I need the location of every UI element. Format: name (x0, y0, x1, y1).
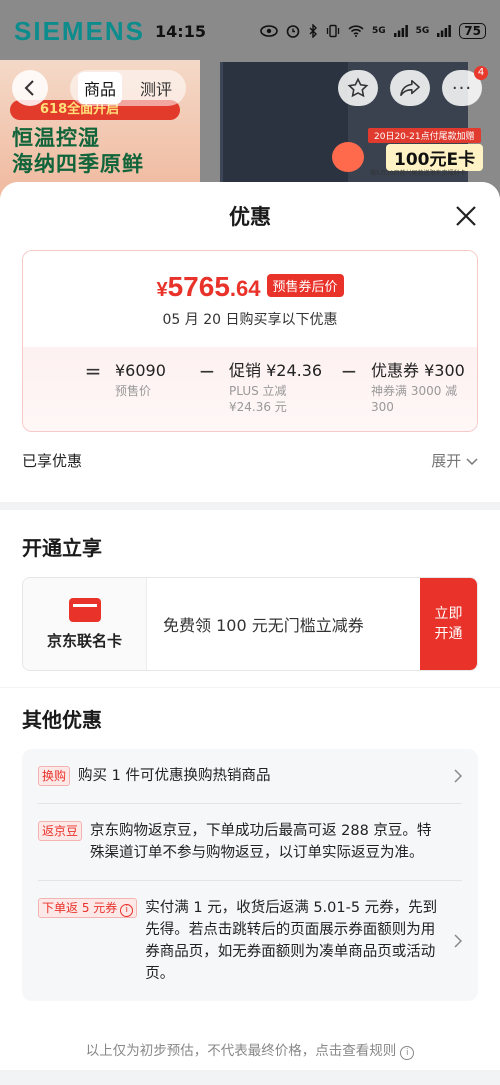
sheet-header: 优惠 (0, 182, 500, 250)
offer-text: 购买 1 件可优惠换购热销商品 (78, 768, 271, 784)
offer-list: 换购 购买 1 件可优惠换购热销商品 返京豆 京东购物返京豆，下单成功后最高可返… (22, 749, 478, 1001)
product-tabs: 商品 测评 (70, 70, 187, 106)
info-icon[interactable]: i (120, 904, 134, 917)
bluetooth-icon (309, 24, 317, 38)
badge-count: 4 (474, 66, 488, 80)
sheet-top: 优惠 ¥5765.64 预售券后价 05 月 20 日购买享以下优惠 = ¥60… (0, 182, 500, 502)
signal-icon (393, 25, 408, 37)
discount-sheet: 优惠 ¥5765.64 预售券后价 05 月 20 日购买享以下优惠 = ¥60… (0, 182, 500, 1085)
cobrand-card-offer[interactable]: 京东联名卡 免费领 100 元无门槛立减券 立即开通 (22, 577, 478, 671)
open-section-title: 开通立享 (22, 536, 102, 560)
minus-sign-2: − (340, 359, 358, 383)
expand-label: 展开 (431, 451, 462, 470)
ecard-promo-main: 100元E卡 (386, 144, 484, 171)
footer-text: 以上仅为初步预估，不代表最终价格，点击查看规则 (85, 1043, 397, 1059)
offer-trade-in[interactable]: 换购 购买 1 件可优惠换购热销商品 (38, 749, 462, 804)
offer-text: 实付满 1 元，收货后返满 5.01-5 元券，先到先得。若点击跳转后的页面展示… (145, 900, 438, 982)
more-icon: ··· (451, 77, 473, 99)
offer-text: 京东购物返京豆，下单成功后最高可返 288 京豆。特殊渠道订单不参与购物返豆，以… (90, 823, 432, 861)
chevron-right-icon (454, 934, 462, 948)
price-decimal: .64 (229, 276, 261, 301)
card-brand: 京东联名卡 (23, 578, 147, 670)
signal-icon-2 (437, 25, 452, 37)
offer-tag: 返京豆 (38, 821, 83, 841)
eye-icon (260, 25, 278, 37)
promo-line-2: 海纳四季原鲜 (12, 152, 144, 176)
wifi-icon (348, 25, 364, 37)
enjoyed-row[interactable]: 已享优惠 展开 (0, 436, 500, 484)
price-breakdown: = ¥6090 预售价 − 促销 ¥24.36 PLUS 立减 ¥24.36 元… (23, 347, 477, 431)
favorite-button[interactable] (338, 70, 378, 106)
price-summary: ¥5765.64 预售券后价 05 月 20 日购买享以下优惠 (23, 251, 477, 347)
offer-tag: 换购 (38, 766, 71, 786)
chevron-left-icon (24, 80, 34, 96)
offer-tag: 下单返 5 元券 i (38, 898, 138, 918)
offer-jingdou: 返京豆 京东购物返京豆，下单成功后最高可返 288 京豆。特殊渠道订单不参与购物… (38, 804, 462, 881)
other-section-title: 其他优惠 (22, 708, 102, 732)
sheet-title: 优惠 (229, 205, 271, 229)
footer-note[interactable]: 以上仅为初步预估，不代表最终价格，点击查看规则 i (0, 1017, 500, 1070)
ecard-promo: 20日20-21点付尾款加赠 100元E卡 限5月30日前付尾款送限东京福利卡 (332, 120, 497, 177)
promotion-desc: PLUS 立减 ¥24.36 元 (229, 384, 287, 414)
expand-button[interactable]: 展开 (431, 450, 478, 471)
minus-sign: − (198, 359, 216, 383)
open-now-line2: 开通 (434, 626, 463, 642)
presale-price-value: ¥6090 (115, 361, 166, 380)
open-now-line1: 立即 (434, 606, 463, 622)
presale-price-label: 预售价 (115, 384, 152, 398)
share-button[interactable] (390, 70, 430, 106)
other-section: 其他优惠 换购 购买 1 件可优惠换购热销商品 返京豆 京东购物返京豆，下单成功… (0, 687, 500, 1017)
mascot-icon (332, 142, 364, 172)
status-icons: 5G 5G 75 (260, 23, 486, 39)
price-tag: 预售券后价 (266, 274, 344, 297)
star-icon (347, 77, 369, 98)
open-now-button[interactable]: 立即 开通 (420, 578, 477, 670)
more-button[interactable]: ··· 4 (442, 66, 488, 106)
vibrate-icon (326, 24, 340, 38)
status-bar: SIEMENS 14:15 5G 5G 75 (0, 0, 500, 62)
close-icon[interactable] (452, 202, 480, 230)
alarm-icon (286, 25, 300, 38)
back-button[interactable] (12, 70, 48, 106)
chevron-right-icon (454, 769, 462, 783)
card-name: 京东联名卡 (46, 631, 122, 650)
ecard-promo-top: 20日20-21点付尾款加赠 (368, 128, 481, 143)
enjoyed-label: 已享优惠 (22, 451, 83, 470)
offer-coupon-return[interactable]: 下单返 5 元券 i 实付满 1 元，收货后返满 5.01-5 元券，先到先得。若… (38, 881, 462, 1001)
share-icon (400, 79, 420, 97)
credit-card-icon (68, 597, 101, 622)
price-symbol: ¥ (156, 279, 168, 301)
price-integer: 5765 (167, 271, 230, 302)
nav-actions: ··· 4 (338, 66, 488, 106)
tab-product[interactable]: 商品 (78, 72, 123, 104)
coupon-discount: 优惠券 ¥300 神券满 3000 减 300 (371, 361, 469, 431)
product-nav: 商品 测评 ··· 4 (0, 66, 500, 110)
coupon-value: 优惠券 ¥300 (371, 361, 465, 380)
card-desc: 免费领 100 元无门槛立减券 (163, 616, 364, 635)
presale-price: ¥6090 预售价 (115, 361, 185, 431)
price-subtitle: 05 月 20 日购买享以下优惠 (162, 312, 338, 328)
coupon-desc: 神券满 3000 减 300 (371, 384, 458, 414)
open-section: 开通立享 京东联名卡 免费领 100 元无门槛立减券 立即开通 (0, 510, 500, 687)
promotion-value: 促销 ¥24.36 (229, 361, 323, 380)
signal-5g-label: 5G (371, 26, 386, 36)
signal-5g-label-2: 5G (415, 26, 430, 36)
battery-icon: 75 (459, 23, 486, 39)
chevron-down-icon (466, 457, 478, 465)
final-price: ¥5765.64 (156, 271, 260, 303)
tab-review[interactable]: 测评 (134, 72, 178, 104)
equals-sign: = (84, 359, 102, 383)
brand-logo: SIEMENS (14, 15, 146, 46)
info-icon: i (400, 1046, 415, 1060)
ecard-promo-note: 限5月30日前付尾款送限东京福利卡 (370, 170, 466, 177)
promotion-discount: 促销 ¥24.36 PLUS 立减 ¥24.36 元 (229, 361, 327, 431)
status-time: 14:15 (155, 21, 206, 41)
offer-tag-label: 下单返 5 元券 (42, 901, 118, 915)
price-card: ¥5765.64 预售券后价 05 月 20 日购买享以下优惠 = ¥6090 … (22, 250, 478, 432)
